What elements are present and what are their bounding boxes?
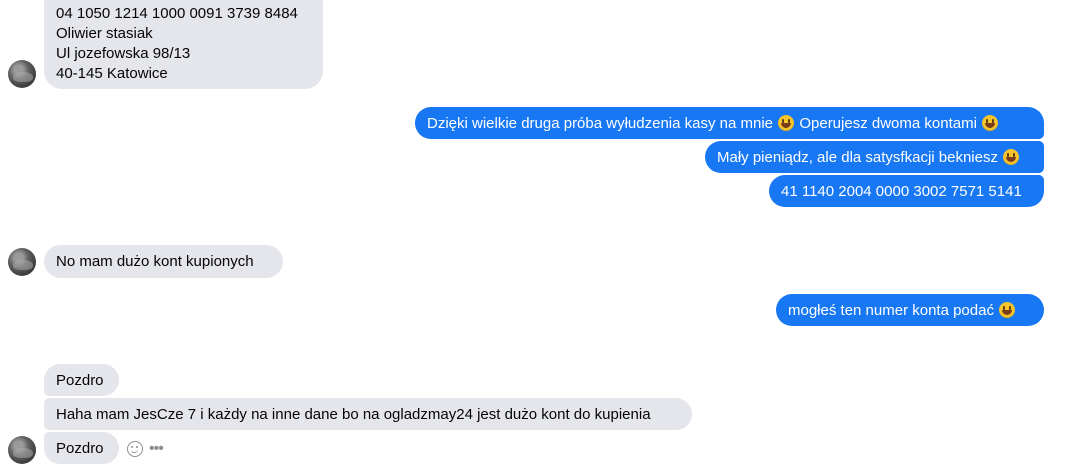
message-text: Pozdro xyxy=(56,440,104,457)
message-bubble-incoming[interactable]: No mam dużo kont kupionych xyxy=(44,245,283,278)
grinning-face-emoji-icon xyxy=(999,302,1016,318)
react-icon[interactable] xyxy=(127,441,143,457)
message-line: Oliwier stasiak xyxy=(56,25,153,42)
message-bubble-incoming[interactable]: Pozdro xyxy=(44,432,119,464)
message-text: Haha mam JesCze 7 i każdy na inne dane b… xyxy=(56,406,651,423)
message-bubble-outgoing[interactable]: Mały pieniądz, ale dla satysfkacji bekni… xyxy=(705,141,1044,173)
message-line: Ul jozefowska 98/13 xyxy=(56,45,191,62)
message-text: mogłeś ten numer konta podać xyxy=(788,302,999,319)
message-text: Dzięki wielkie druga próba wyłudzenia ka… xyxy=(427,115,778,132)
grinning-face-emoji-icon xyxy=(982,115,999,131)
more-options-icon[interactable]: ••• xyxy=(149,441,164,457)
message-bubble-outgoing[interactable]: 41 1140 2004 0000 3002 7571 5141 xyxy=(769,175,1044,207)
contact-avatar[interactable] xyxy=(8,60,36,88)
message-bubble-outgoing[interactable]: mogłeś ten numer konta podać xyxy=(776,294,1044,326)
message-text: Operujesz dwoma kontami xyxy=(795,115,982,132)
message-text: Pozdro xyxy=(56,372,104,389)
message-text: Mały pieniądz, ale dla satysfkacji bekni… xyxy=(717,149,1003,166)
message-bubble-outgoing[interactable]: Dzięki wielkie druga próba wyłudzenia ka… xyxy=(415,107,1044,139)
message-actions: ••• xyxy=(127,439,164,459)
message-line: 04 1050 1214 1000 0091 3739 8484 xyxy=(56,5,298,22)
message-bubble-incoming[interactable]: 04 1050 1214 1000 0091 3739 8484 Oliwier… xyxy=(44,0,323,89)
contact-avatar[interactable] xyxy=(8,436,36,464)
grinning-face-emoji-icon xyxy=(1003,149,1020,165)
message-bubble-incoming[interactable]: Haha mam JesCze 7 i każdy na inne dane b… xyxy=(44,398,692,430)
message-text: 41 1140 2004 0000 3002 7571 5141 xyxy=(781,183,1022,200)
contact-avatar[interactable] xyxy=(8,248,36,276)
message-text: No mam dużo kont kupionych xyxy=(56,253,254,270)
message-line: 40-145 Katowice xyxy=(56,65,168,82)
message-bubble-incoming[interactable]: Pozdro xyxy=(44,364,119,396)
grinning-face-emoji-icon xyxy=(778,115,795,131)
